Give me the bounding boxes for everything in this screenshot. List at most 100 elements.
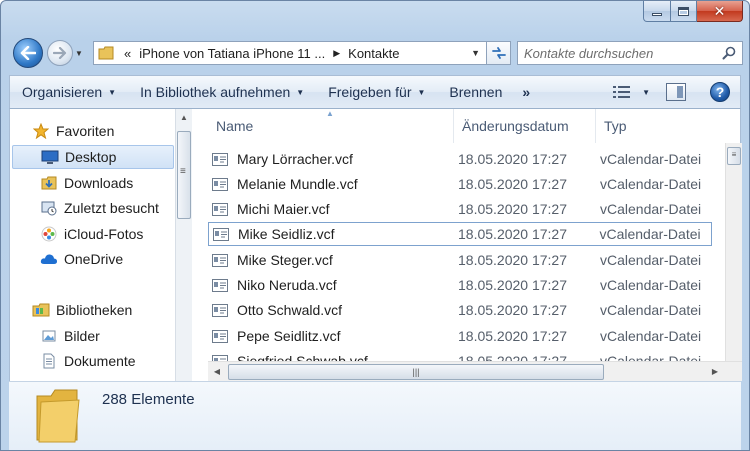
file-row[interactable]: Niko Neruda.vcf 18.05.2020 17:27 vCalend… [208, 273, 712, 297]
file-row[interactable]: Otto Schwald.vcf 18.05.2020 17:27 vCalen… [208, 298, 712, 322]
details-view-icon [613, 86, 631, 98]
address-bar[interactable]: « iPhone von Tatiana iPhone 11 ... ▶ Kon… [93, 41, 487, 65]
vcard-file-icon [212, 303, 230, 317]
refresh-icon [491, 47, 506, 59]
nav-label-pictures: Bilder [64, 328, 100, 344]
arrow-left-icon [20, 46, 36, 60]
column-type-label: Typ [604, 118, 627, 134]
nav-item-pictures[interactable]: Bilder [40, 324, 100, 348]
close-icon: ✕ [713, 3, 726, 19]
file-name: Mike Seidliz.vcf [238, 226, 335, 242]
organize-menu-button[interactable]: Organisieren ▼ [10, 77, 128, 107]
nav-label-documents: Dokumente [64, 353, 136, 369]
command-bar: Organisieren ▼ In Bibliothek aufnehmen ▼ F… [9, 75, 741, 109]
nav-favorites-header[interactable]: Favoriten [32, 119, 114, 143]
burn-button[interactable]: Brennen [437, 77, 514, 107]
address-dropdown-icon[interactable]: ▼ [471, 48, 480, 58]
file-row[interactable]: Pepe Seidlitz.vcf 18.05.2020 17:27 vCale… [208, 324, 712, 348]
help-button[interactable]: ? [710, 82, 730, 102]
column-name-label: Name [216, 118, 254, 134]
file-name-cell: Mary Lörracher.vcf [208, 151, 454, 167]
column-header-name[interactable]: ▲ Name [208, 109, 454, 143]
vcard-file-icon [213, 227, 231, 241]
change-view-button[interactable]: ▼ [612, 84, 650, 100]
file-date: 18.05.2020 17:27 [458, 151, 567, 167]
maximize-icon [678, 6, 689, 16]
column-header-type[interactable]: Typ [596, 109, 712, 143]
file-list-vertical-scrollbar[interactable]: ≡ [725, 143, 742, 363]
file-type: vCalendar-Datei [600, 151, 702, 167]
scroll-up-arrow-icon[interactable]: ▲ [176, 111, 192, 125]
file-name-cell: Niko Neruda.vcf [208, 277, 454, 293]
column-header-date[interactable]: Änderungsdatum [454, 109, 596, 143]
address-segment-folder[interactable]: Kontakte [348, 46, 399, 61]
nav-item-documents[interactable]: Dokumente [40, 349, 136, 373]
vcard-file-icon [212, 329, 230, 343]
nav-label-recent: Zuletzt besucht [64, 200, 159, 216]
dropdown-arrow-icon: ▼ [417, 87, 426, 97]
file-list-scroll-thumb[interactable]: ≡ [727, 147, 741, 165]
file-list-horizontal-scrollbar[interactable]: ◀ ||| ▶ [208, 361, 742, 381]
share-with-button[interactable]: Freigeben für ▼ [316, 77, 437, 107]
dropdown-arrow-icon: ▼ [296, 87, 305, 97]
file-row[interactable]: Mary Lörracher.vcf 18.05.2020 17:27 vCal… [208, 147, 712, 171]
nav-item-onedrive[interactable]: OneDrive [40, 247, 123, 271]
nav-item-downloads[interactable]: Downloads [40, 171, 133, 195]
address-segment-device[interactable]: iPhone von Tatiana iPhone 11 ... [139, 46, 325, 61]
file-name: Mike Steger.vcf [237, 252, 333, 268]
nav-libraries-header[interactable]: Bibliotheken [32, 298, 132, 322]
history-dropdown-icon[interactable]: ▼ [74, 46, 84, 60]
caption-buttons: ✕ [643, 1, 743, 23]
file-name: Pepe Seidlitz.vcf [237, 328, 341, 344]
search-input[interactable] [524, 45, 714, 61]
file-name: Michi Maier.vcf [237, 201, 330, 217]
nav-scroll-thumb[interactable] [177, 131, 191, 219]
file-name-cell: Melanie Mundle.vcf [208, 176, 454, 192]
nav-label-onedrive: OneDrive [64, 251, 124, 267]
file-row[interactable]: Melanie Mundle.vcf 18.05.2020 17:27 vCal… [208, 172, 712, 196]
pane-splitter[interactable] [192, 109, 208, 381]
folder-icon [33, 386, 83, 447]
back-button[interactable] [13, 38, 43, 68]
nav-item-recent[interactable]: Zuletzt besucht [40, 196, 159, 220]
vcard-file-icon [212, 177, 230, 191]
libraries-label: Bibliotheken [56, 302, 133, 318]
address-overflow-chevron[interactable]: « [124, 46, 131, 61]
details-pane: 288 Elemente [9, 381, 741, 450]
file-date: 18.05.2020 17:27 [458, 201, 567, 217]
arrow-right-icon [53, 47, 67, 59]
horizontal-scroll-thumb[interactable]: ||| [228, 364, 604, 380]
scroll-right-arrow-icon[interactable]: ▶ [708, 365, 722, 379]
desktop-icon [41, 148, 59, 166]
file-row[interactable]: Mike Steger.vcf 18.05.2020 17:27 vCalend… [208, 248, 712, 272]
more-commands-button[interactable]: » [514, 77, 538, 107]
file-type: vCalendar-Datei [600, 302, 702, 318]
include-in-library-button[interactable]: In Bibliothek aufnehmen ▼ [128, 77, 316, 107]
nav-label-downloads: Downloads [64, 175, 134, 191]
vcard-file-icon [212, 152, 230, 166]
explorer-window: ✕ ▼ « iPhone von Tatiana iPhone 11 ... ▶… [0, 0, 750, 451]
file-type: vCalendar-Datei [600, 201, 702, 217]
file-row[interactable]: Michi Maier.vcf 18.05.2020 17:27 vCalend… [208, 197, 712, 221]
search-box [517, 41, 743, 65]
preview-pane-button[interactable] [666, 83, 686, 101]
file-date: 18.05.2020 17:27 [458, 277, 567, 293]
search-icon[interactable] [722, 46, 736, 63]
nav-pane-scrollbar[interactable]: ▲ [175, 109, 192, 381]
minimize-button[interactable] [643, 1, 671, 22]
vcard-file-icon [212, 202, 230, 216]
organize-label: Organisieren [22, 84, 103, 100]
scroll-left-arrow-icon[interactable]: ◀ [210, 365, 224, 379]
view-dropdown-icon[interactable]: ▼ [642, 88, 650, 97]
refresh-button[interactable] [487, 41, 511, 65]
file-name: Mary Lörracher.vcf [237, 151, 353, 167]
address-separator-arrow[interactable]: ▶ [333, 48, 340, 59]
nav-item-icloud-photos[interactable]: iCloud-Fotos [40, 222, 143, 246]
forward-button[interactable] [47, 40, 73, 66]
maximize-button[interactable] [671, 1, 697, 22]
item-count: 288 Elemente [102, 391, 195, 408]
file-name: Otto Schwald.vcf [237, 302, 343, 318]
close-button[interactable]: ✕ [697, 1, 743, 22]
file-row-focused[interactable]: Mike Seidliz.vcf 18.05.2020 17:27 vCalen… [208, 222, 712, 246]
nav-item-desktop[interactable]: Desktop [12, 145, 174, 169]
